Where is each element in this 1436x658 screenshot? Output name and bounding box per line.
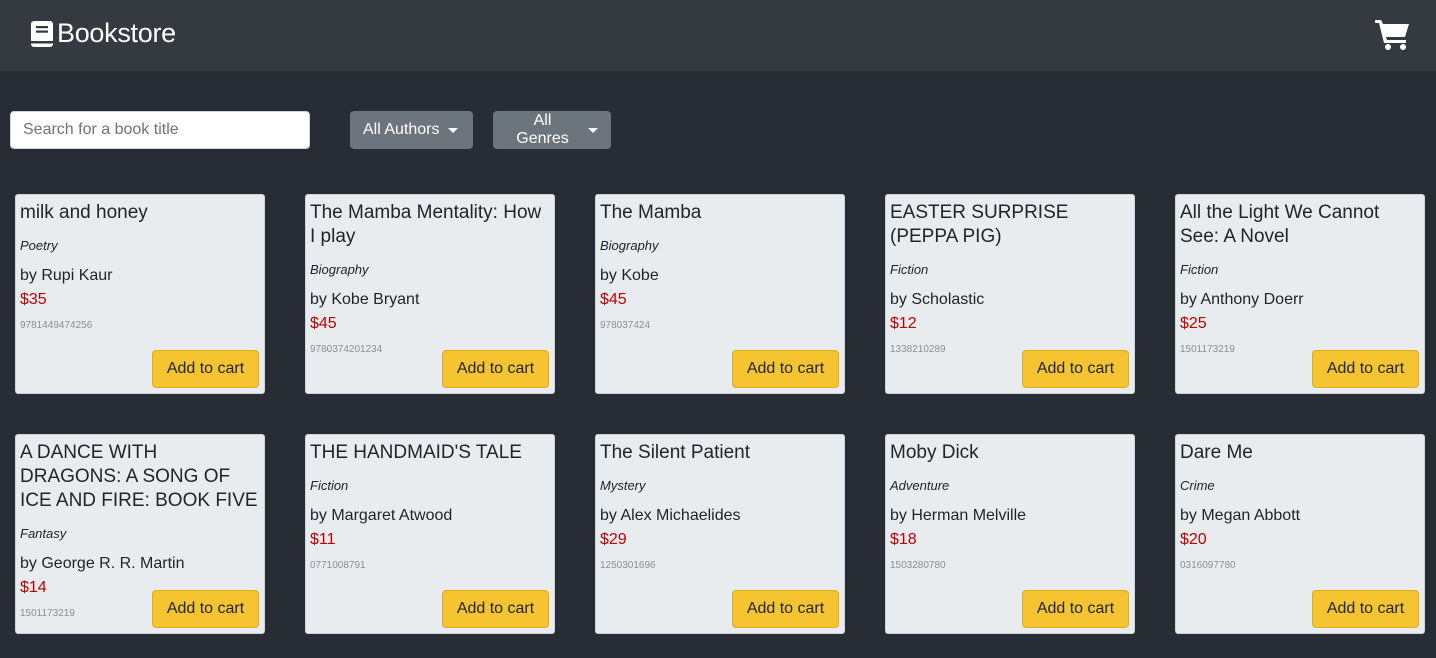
search-input[interactable] xyxy=(10,111,310,149)
book-card: The Mamba Mentality: How I play Biograph… xyxy=(305,194,555,394)
book-title: milk and honey xyxy=(20,202,148,223)
book-price: $25 xyxy=(1180,315,1207,332)
book-author: by Kobe Bryant xyxy=(310,291,420,308)
book-genre: Fiction xyxy=(890,262,929,277)
book-details: Poetry by Rupi Kaur $35 9781449474256 xyxy=(20,238,260,332)
book-price: $45 xyxy=(310,315,337,332)
book-card: The Mamba Biography by Kobe $45 97803742… xyxy=(595,194,845,394)
book-title: EASTER SURPRISE (PEPPA PIG) xyxy=(890,202,1069,247)
book-price: $11 xyxy=(310,531,336,548)
book-card: THE HANDMAID'S TALE Fiction by Margaret … xyxy=(305,434,555,634)
book-author: by Rupi Kaur xyxy=(20,267,113,284)
book-author: by Alex Michaelides xyxy=(600,507,741,524)
add-to-cart-button[interactable]: Add to cart xyxy=(442,590,549,628)
book-details: Fiction by Margaret Atwood $11 077100879… xyxy=(310,478,550,572)
book-title: All the Light We Cannot See: A Novel xyxy=(1180,202,1380,247)
book-price: $20 xyxy=(1180,531,1207,548)
book-genre: Biography xyxy=(600,238,659,253)
book-title: Moby Dick xyxy=(890,442,979,463)
book-isbn: 9781449474256 xyxy=(20,320,93,331)
book-title: The Mamba xyxy=(600,202,702,223)
book-title: THE HANDMAID'S TALE xyxy=(310,442,522,463)
add-to-cart-button[interactable]: Add to cart xyxy=(1312,590,1419,628)
book-details: Biography by Kobe Bryant $45 97803742012… xyxy=(310,262,550,356)
genres-dropdown-label: All Genres xyxy=(516,112,569,147)
book-details: Adventure by Herman Melville $18 1503280… xyxy=(890,478,1130,572)
navbar: Bookstore xyxy=(0,0,1436,71)
authors-dropdown[interactable]: All Authors xyxy=(350,111,473,149)
book-details: Mystery by Alex Michaelides $29 12503016… xyxy=(600,478,840,572)
brand-title: Bookstore xyxy=(57,18,176,48)
add-to-cart-button[interactable]: Add to cart xyxy=(732,590,839,628)
genres-dropdown[interactable]: All Genres xyxy=(493,111,611,149)
book-author: by Kobe xyxy=(600,267,659,284)
book-genre: Fiction xyxy=(310,478,349,493)
book-genre: Crime xyxy=(1180,478,1215,493)
book-price: $45 xyxy=(600,291,627,308)
book-details: Crime by Megan Abbott $20 0316097780 xyxy=(1180,478,1420,572)
book-card: Dare Me Crime by Megan Abbott $20 031609… xyxy=(1175,434,1425,634)
add-to-cart-button[interactable]: Add to cart xyxy=(1022,590,1129,628)
book-title: The Silent Patient xyxy=(600,442,750,463)
add-to-cart-button[interactable]: Add to cart xyxy=(732,350,839,388)
book-isbn: 978037424 xyxy=(600,320,651,331)
brand-link[interactable]: Bookstore xyxy=(31,18,176,49)
book-isbn: 1250301696 xyxy=(600,560,656,571)
book-details: Fiction by Scholastic $12 1338210289 xyxy=(890,262,1130,356)
book-isbn: 0316097780 xyxy=(1180,560,1236,571)
add-to-cart-button[interactable]: Add to cart xyxy=(1312,350,1419,388)
book-author: by Margaret Atwood xyxy=(310,507,453,524)
book-author: by Megan Abbott xyxy=(1180,507,1301,524)
book-author: by George R. R. Martin xyxy=(20,555,185,572)
add-to-cart-button[interactable]: Add to cart xyxy=(442,350,549,388)
add-to-cart-button[interactable]: Add to cart xyxy=(1022,350,1129,388)
book-card: Moby Dick Adventure by Herman Melville $… xyxy=(885,434,1135,634)
add-to-cart-button[interactable]: Add to cart xyxy=(152,350,259,388)
book-genre: Adventure xyxy=(890,478,950,493)
book-price: $29 xyxy=(600,531,627,548)
book-author: by Scholastic xyxy=(890,291,985,308)
book-price: $12 xyxy=(890,315,917,332)
book-card: All the Light We Cannot See: A Novel Fic… xyxy=(1175,194,1425,394)
book-genre: Mystery xyxy=(600,478,646,493)
book-title: A DANCE WITH DRAGONS: A SONG OF ICE AND … xyxy=(20,442,258,511)
book-details: Biography by Kobe $45 978037424 xyxy=(600,238,840,332)
book-card: milk and honey Poetry by Rupi Kaur $35 9… xyxy=(15,194,265,394)
book-price: $18 xyxy=(890,531,917,548)
shopping-cart-icon[interactable] xyxy=(1375,18,1411,50)
book-genre: Fantasy xyxy=(20,526,67,541)
book-title: Dare Me xyxy=(1180,442,1253,463)
book-card: The Silent Patient Mystery by Alex Micha… xyxy=(595,434,845,634)
authors-dropdown-label: All Authors xyxy=(363,121,440,138)
book-genre: Biography xyxy=(310,262,369,277)
book-isbn: 0771008791 xyxy=(310,560,366,571)
caret-down-icon xyxy=(588,127,598,133)
book-details: Fiction by Anthony Doerr $25 1501173219 xyxy=(1180,262,1420,356)
book-genre: Poetry xyxy=(20,238,58,253)
book-icon xyxy=(31,20,53,47)
book-genre: Fiction xyxy=(1180,262,1219,277)
book-isbn: 1503280780 xyxy=(890,560,946,571)
caret-down-icon xyxy=(448,127,459,133)
book-author: by Herman Melville xyxy=(890,507,1027,524)
add-to-cart-button[interactable]: Add to cart xyxy=(152,590,259,628)
book-card: EASTER SURPRISE (PEPPA PIG) Fiction by S… xyxy=(885,194,1135,394)
book-author: by Anthony Doerr xyxy=(1180,291,1304,308)
book-card: A DANCE WITH DRAGONS: A SONG OF ICE AND … xyxy=(15,434,265,634)
book-title: The Mamba Mentality: How I play xyxy=(310,202,542,247)
book-price: $35 xyxy=(20,291,47,308)
